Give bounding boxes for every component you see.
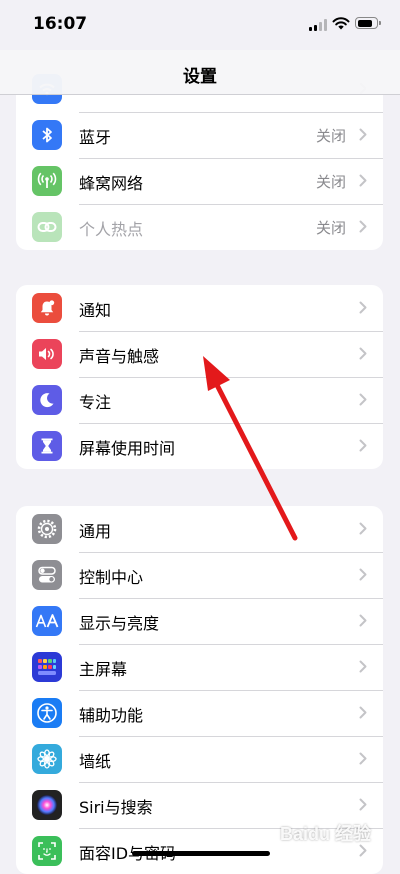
flower-icon xyxy=(32,744,62,774)
settings-row-label: 主屏幕 xyxy=(79,660,128,679)
settings-row-value: 关闭 xyxy=(315,219,346,237)
notifications-group: 通知 声音与触感 专注 屏幕使用时间 xyxy=(16,285,383,469)
settings-row-screen-time[interactable]: 屏幕使用时间 xyxy=(16,423,383,469)
settings-row-label: 辅助功能 xyxy=(79,706,144,725)
settings-row-home-screen[interactable]: 主屏幕 xyxy=(16,644,383,690)
cellular-icon xyxy=(32,166,62,196)
settings-row-sounds-haptics[interactable]: 声音与触感 xyxy=(16,331,383,377)
settings-row-bluetooth[interactable]: 蓝牙 关闭 xyxy=(16,112,383,158)
speaker-icon xyxy=(32,339,62,369)
status-time: 16:07 xyxy=(33,14,88,34)
gear-icon xyxy=(32,514,62,544)
battery-icon xyxy=(355,17,381,29)
chevron-right-icon xyxy=(359,614,367,627)
chevron-right-icon xyxy=(359,128,367,141)
chevron-right-icon xyxy=(359,568,367,581)
chevron-right-icon xyxy=(359,220,367,233)
chevron-right-icon xyxy=(359,174,367,187)
home-indicator[interactable] xyxy=(132,851,270,856)
cellular-signal-icon xyxy=(309,19,329,31)
settings-row-value: 关闭 xyxy=(315,127,346,145)
settings-row-label: 个人热点 xyxy=(79,220,144,239)
text-size-icon xyxy=(32,606,62,636)
settings-row-label: 蜂窝网络 xyxy=(79,174,144,193)
moon-icon xyxy=(32,385,62,415)
faceid-icon xyxy=(32,836,62,866)
chevron-right-icon xyxy=(359,706,367,719)
accessibility-icon xyxy=(32,698,62,728)
status-bar: 16:07 xyxy=(0,0,400,50)
home-grid-icon xyxy=(32,652,62,682)
hotspot-icon xyxy=(32,212,62,242)
settings-row-display-brightness[interactable]: 显示与亮度 xyxy=(16,598,383,644)
settings-row-label: 通用 xyxy=(79,522,112,541)
siri-icon xyxy=(32,790,62,820)
nav-bar: 设置 xyxy=(0,50,400,95)
settings-row-notifications[interactable]: 通知 xyxy=(16,285,383,331)
hourglass-icon xyxy=(32,431,62,461)
chevron-right-icon xyxy=(359,301,367,314)
settings-row-control-center[interactable]: 控制中心 xyxy=(16,552,383,598)
chevron-right-icon xyxy=(359,798,367,811)
settings-row-label: Siri与搜索 xyxy=(79,798,153,817)
bell-icon xyxy=(32,293,62,323)
settings-row-label: 控制中心 xyxy=(79,568,144,587)
chevron-right-icon xyxy=(359,522,367,535)
settings-row-value: 关闭 xyxy=(315,173,346,191)
chevron-right-icon xyxy=(359,752,367,765)
general-group: 通用 控制中心 显示与亮度 主屏幕 辅助功能 墙纸 Siri与搜索 面容ID与密… xyxy=(16,506,383,874)
chevron-right-icon xyxy=(359,393,367,406)
settings-row-label: 声音与触感 xyxy=(79,347,160,366)
toggles-icon xyxy=(32,560,62,590)
settings-row-label: 专注 xyxy=(79,393,112,412)
wifi-status-icon xyxy=(332,17,350,30)
settings-row-focus[interactable]: 专注 xyxy=(16,377,383,423)
settings-row-hotspot[interactable]: 个人热点 关闭 xyxy=(16,204,383,250)
settings-row-wallpaper[interactable]: 墙纸 xyxy=(16,736,383,782)
bluetooth-icon xyxy=(32,120,62,150)
settings-row-cellular[interactable]: 蜂窝网络 关闭 xyxy=(16,158,383,204)
chevron-right-icon xyxy=(359,660,367,673)
settings-row-label: 显示与亮度 xyxy=(79,614,160,633)
settings-row-label: 蓝牙 xyxy=(79,128,112,147)
chevron-right-icon xyxy=(359,347,367,360)
settings-row-label: 墙纸 xyxy=(79,752,112,771)
settings-row-label: 通知 xyxy=(79,301,112,320)
chevron-right-icon xyxy=(359,439,367,452)
settings-row-label: 屏幕使用时间 xyxy=(79,439,176,458)
page-title: 设置 xyxy=(183,67,217,87)
settings-row-accessibility[interactable]: 辅助功能 xyxy=(16,690,383,736)
watermark: Baidu 经验 xyxy=(280,824,372,844)
settings-row-general[interactable]: 通用 xyxy=(16,506,383,552)
